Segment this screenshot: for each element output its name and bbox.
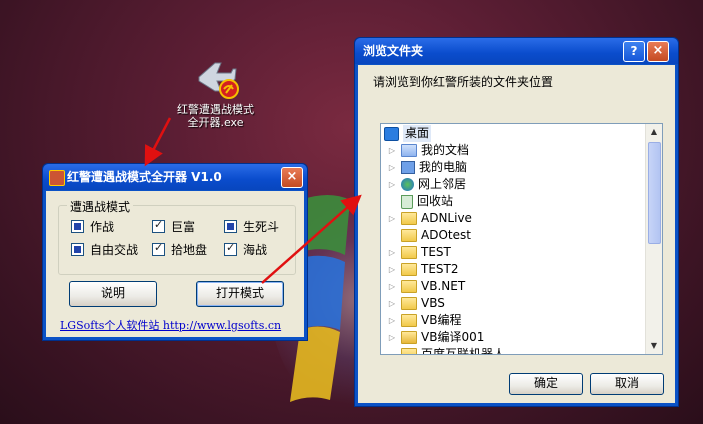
desktop-icon-label-line1: 红警遭遇战模式 — [177, 103, 254, 116]
cancel-button[interactable]: 取消 — [590, 373, 664, 395]
checkbox-box[interactable] — [224, 241, 237, 256]
option-jufu[interactable]: 巨富 — [152, 218, 195, 235]
folder-tree[interactable]: 桌面 ▷ 我的文档 ▷ 我的电脑 ▷ 网上邻居 回收站 ▷ ADNLive ADOtes… — [380, 123, 663, 355]
checkbox-box[interactable] — [152, 241, 165, 256]
mode-group-title: 遭遇战模式 — [67, 198, 134, 215]
tree-item-label: ADNLive — [421, 211, 472, 225]
open-mode-button[interactable]: 打开模式 — [196, 281, 284, 307]
dialog-client-area: 请浏览到你红警所装的文件夹位置 桌面 ▷ 我的文档 ▷ 我的电脑 ▷ 网上邻居 回收站… — [358, 65, 675, 403]
tree-item-my-computer[interactable]: ▷ 我的电脑 — [387, 159, 467, 176]
app-window: 红警遭遇战模式全开器 V1.0 × 遭遇战模式 作战 巨富 生死斗 自由交战 拾… — [42, 163, 308, 341]
scroll-up-icon[interactable]: ▲ — [646, 124, 662, 140]
dialog-prompt: 请浏览到你红警所装的文件夹位置 — [373, 75, 554, 89]
expand-icon[interactable]: ▷ — [387, 142, 397, 159]
jet-icon — [193, 55, 239, 101]
tree-item-folder[interactable]: ▷ VB编译001 — [387, 329, 484, 346]
recycle-bin-icon — [401, 194, 413, 209]
checkbox-box[interactable] — [71, 220, 84, 233]
tree-item-desktop[interactable]: 桌面 — [384, 125, 432, 142]
expand-icon[interactable]: ▷ — [387, 159, 397, 176]
browse-folder-dialog: 浏览文件夹 ? × 请浏览到你红警所装的文件夹位置 桌面 ▷ 我的文档 ▷ 我的电脑… — [354, 37, 679, 407]
option-label: 海战 — [243, 243, 268, 257]
tree-item-label: TEST — [421, 245, 451, 259]
tree-item-folder[interactable]: ▷ TEST — [387, 244, 451, 261]
tree-item-label: VBS — [421, 296, 445, 310]
tree-item-label: 我的电脑 — [419, 160, 468, 174]
folder-icon — [401, 348, 417, 354]
tree-item-label: VB.NET — [421, 279, 466, 293]
dialog-title: 浏览文件夹 — [363, 44, 424, 58]
tree-item-folder[interactable]: ADOtest — [401, 227, 471, 244]
option-label: 作战 — [90, 220, 115, 234]
checkbox-box[interactable] — [224, 220, 237, 233]
documents-folder-icon — [401, 144, 417, 157]
option-zuozhan[interactable]: 作战 — [71, 218, 114, 235]
app-title: 红警遭遇战模式全开器 V1.0 — [67, 170, 222, 184]
option-label: 巨富 — [171, 220, 196, 234]
option-label: 生死斗 — [243, 220, 280, 234]
tree-item-label: 网上邻居 — [418, 177, 467, 191]
tree-item-label: 回收站 — [417, 194, 454, 208]
network-globe-icon — [401, 178, 414, 191]
desktop-icon-label-line2: 全开器.exe — [187, 116, 244, 129]
tree-item-folder[interactable]: ▷ VB编程 — [387, 312, 461, 329]
tree-item-folder[interactable]: ▷ TEST2 — [387, 261, 459, 278]
checkbox-box[interactable] — [152, 218, 165, 233]
app-close-button[interactable]: × — [281, 167, 303, 188]
program-folder-icon — [401, 331, 417, 344]
computer-icon — [401, 161, 415, 174]
expand-icon[interactable]: ▷ — [387, 278, 397, 295]
mode-groupbox: 遭遇战模式 作战 巨富 生死斗 自由交战 拾地盘 海战 — [58, 198, 296, 275]
app-client-area: 遭遇战模式 作战 巨富 生死斗 自由交战 拾地盘 海战 说明 打开模式 LGSo… — [46, 191, 304, 337]
option-label: 拾地盘 — [171, 243, 208, 257]
folder-icon — [401, 212, 417, 225]
expand-icon[interactable]: ▷ — [387, 295, 397, 312]
folder-icon — [401, 314, 417, 327]
tree-item-label: ADOtest — [421, 228, 471, 242]
dialog-title-bar[interactable]: 浏览文件夹 ? × — [355, 38, 678, 64]
help-button[interactable]: 说明 — [69, 281, 157, 307]
expand-icon[interactable]: ▷ — [387, 244, 397, 261]
scroll-down-icon[interactable]: ▼ — [646, 338, 662, 354]
tree-item-label: VB编译001 — [421, 330, 485, 344]
folder-icon — [401, 263, 417, 276]
expand-icon[interactable]: ▷ — [387, 312, 397, 329]
expand-icon[interactable]: ▷ — [387, 210, 397, 227]
checkbox-box[interactable] — [71, 243, 84, 256]
tree-item-folder[interactable]: ▷ VBS — [387, 295, 445, 312]
tree-item-label: 桌面 — [403, 125, 432, 142]
option-haizhan[interactable]: 海战 — [224, 241, 267, 258]
tree-item-label: TEST2 — [421, 262, 459, 276]
folder-icon — [401, 280, 417, 293]
folder-icon — [401, 229, 417, 242]
app-title-bar[interactable]: 红警遭遇战模式全开器 V1.0 × — [43, 164, 307, 190]
dialog-close-button[interactable]: × — [647, 41, 669, 62]
option-shidipan[interactable]: 拾地盘 — [152, 241, 207, 258]
tree-item-documents[interactable]: ▷ 我的文档 — [387, 142, 469, 159]
scroll-thumb[interactable] — [648, 142, 661, 244]
option-label: 自由交战 — [90, 243, 139, 257]
help-icon[interactable]: ? — [623, 41, 645, 62]
tree-item-label: 我的文档 — [421, 143, 470, 157]
expand-icon[interactable]: ▷ — [387, 176, 397, 193]
desktop-icon-exe[interactable]: 红警遭遇战模式 全开器.exe — [168, 55, 263, 129]
footer-link[interactable]: LGSofts个人软件站 http://www.lgsofts.cn — [60, 317, 281, 333]
tree-item-label: 百度互联机器人 — [421, 347, 506, 355]
option-shengsidou[interactable]: 生死斗 — [224, 218, 279, 235]
tree-scrollbar[interactable]: ▲ ▼ — [645, 124, 662, 354]
tree-item-folder[interactable]: ▷ VB.NET — [387, 278, 465, 295]
tree-item-folder[interactable]: ▷ ADNLive — [387, 210, 472, 227]
tree-item-network[interactable]: ▷ 网上邻居 — [387, 176, 466, 193]
tree-item-folder[interactable]: 百度互联机器人 — [401, 346, 506, 355]
expand-icon[interactable]: ▷ — [387, 261, 397, 278]
desktop-icon — [384, 126, 399, 141]
tree-item-recycle-bin[interactable]: 回收站 — [401, 193, 453, 210]
tree-item-label: VB编程 — [421, 313, 462, 327]
ok-button[interactable]: 确定 — [509, 373, 583, 395]
app-title-icon — [49, 170, 65, 186]
folder-icon — [401, 297, 417, 310]
folder-icon — [401, 246, 417, 259]
expand-icon[interactable]: ▷ — [387, 329, 397, 346]
option-ziyoujiaozhan[interactable]: 自由交战 — [71, 241, 138, 258]
